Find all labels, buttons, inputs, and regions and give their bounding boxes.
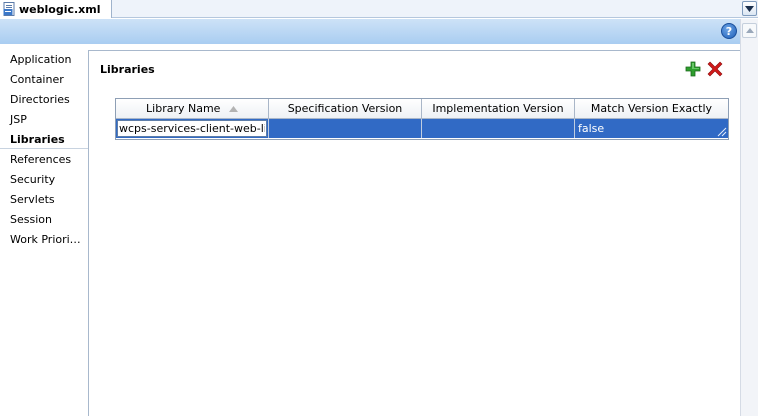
nav-item-jsp[interactable]: JSP — [0, 110, 88, 130]
libraries-table: Library Name Specification Version Imple… — [115, 98, 729, 140]
tab-list-dropdown-button[interactable] — [742, 1, 757, 16]
libraries-panel: Libraries Library Name Specification Ver… — [88, 50, 740, 416]
nav-item-security[interactable]: Security — [0, 170, 88, 190]
left-navigation: Application Container Directories JSP Li… — [0, 44, 88, 416]
sort-ascending-icon — [228, 106, 238, 112]
column-header-implementation-version[interactable]: Implementation Version — [422, 99, 575, 119]
cell-match-version-exactly[interactable]: false — [575, 119, 728, 138]
nav-item-servlets[interactable]: Servlets — [0, 190, 88, 210]
column-header-library-name[interactable]: Library Name — [116, 99, 269, 119]
editor-tab-label: weblogic.xml — [19, 2, 101, 16]
help-icon[interactable]: ? — [721, 23, 737, 39]
nav-item-container[interactable]: Container — [0, 70, 88, 90]
nav-item-libraries[interactable]: Libraries — [0, 130, 88, 150]
remove-icon[interactable] — [707, 61, 723, 77]
table-header: Library Name Specification Version Imple… — [116, 99, 728, 119]
resize-grip-icon[interactable] — [717, 127, 727, 137]
chevron-down-icon — [745, 5, 754, 12]
nav-divider — [0, 148, 88, 149]
nav-item-application[interactable]: Application — [0, 50, 88, 70]
editor-tab-strip: weblogic.xml — [0, 0, 758, 18]
add-icon[interactable] — [685, 61, 701, 77]
column-label: Library Name — [146, 102, 221, 115]
editor-tab-weblogic-xml[interactable]: weblogic.xml — [0, 0, 112, 18]
vertical-scrollbar[interactable] — [740, 19, 758, 416]
column-header-match-version-exactly[interactable]: Match Version Exactly — [575, 99, 728, 119]
weblogic-xml-editor: weblogic.xml ? Application Container Dir… — [0, 0, 758, 416]
cell-library-name[interactable] — [116, 119, 269, 138]
xml-file-icon — [3, 2, 15, 16]
nav-item-work-priority[interactable]: Work Priori… — [0, 230, 88, 250]
library-name-cell-editor[interactable] — [117, 120, 267, 137]
scroll-up-button[interactable] — [742, 23, 757, 38]
nav-item-directories[interactable]: Directories — [0, 90, 88, 110]
help-symbol: ? — [725, 24, 733, 38]
cell-specification-version[interactable] — [269, 119, 422, 138]
header-band — [0, 19, 740, 44]
panel-title: Libraries — [100, 63, 155, 76]
column-header-specification-version[interactable]: Specification Version — [269, 99, 422, 119]
chevron-up-icon — [745, 28, 754, 33]
nav-item-session[interactable]: Session — [0, 210, 88, 230]
table-row[interactable]: false — [116, 119, 728, 138]
nav-item-references[interactable]: References — [0, 150, 88, 170]
cell-implementation-version[interactable] — [422, 119, 575, 138]
